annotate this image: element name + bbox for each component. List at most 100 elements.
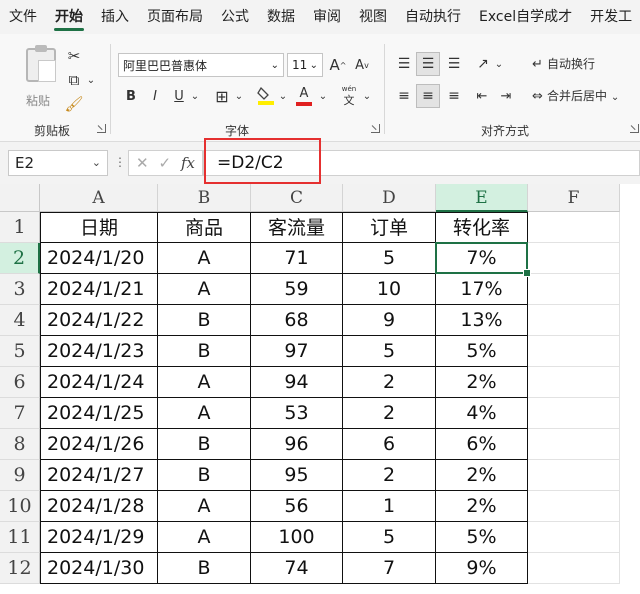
font-name-select[interactable]: 阿里巴巴普惠体 ⌄ — [118, 53, 284, 77]
grow-font-button[interactable]: A ^ — [328, 53, 348, 77]
insert-function-icon[interactable]: fx — [181, 154, 195, 172]
row-header-11[interactable]: 11 — [0, 522, 40, 553]
row-header-8[interactable]: 8 — [0, 429, 40, 460]
table-cell[interactable]: 2 — [343, 398, 436, 429]
empty-cell[interactable] — [528, 336, 620, 367]
table-cell[interactable]: 6 — [343, 429, 436, 460]
merge-center-button[interactable]: ⇔ 合并后居中 ⌄ — [532, 87, 619, 104]
table-cell[interactable]: A — [158, 274, 251, 305]
table-cell[interactable]: 5 — [343, 522, 436, 553]
table-cell[interactable]: 2024/1/25 — [40, 398, 158, 429]
shrink-font-button[interactable]: Av — [352, 53, 372, 77]
table-header-cell[interactable]: 订单 — [343, 212, 436, 243]
row-header-1[interactable]: 1 — [0, 212, 40, 243]
table-cell[interactable]: 95 — [251, 460, 343, 491]
alignment-launcher-icon[interactable] — [630, 124, 639, 133]
fill-color-icon[interactable] — [256, 84, 276, 106]
table-cell[interactable]: 2% — [436, 367, 528, 398]
table-cell[interactable]: A — [158, 522, 251, 553]
table-cell[interactable]: 96 — [251, 429, 343, 460]
wrap-text-button[interactable]: ↵ 自动换行 — [532, 55, 595, 72]
empty-cell[interactable] — [528, 305, 620, 336]
table-cell[interactable]: 2024/1/29 — [40, 522, 158, 553]
table-cell[interactable]: 74 — [251, 553, 343, 584]
empty-cell[interactable] — [528, 522, 620, 553]
table-cell[interactable]: 1 — [343, 491, 436, 522]
empty-cell[interactable] — [528, 491, 620, 522]
table-header-cell[interactable]: 客流量 — [251, 212, 343, 243]
empty-cell[interactable] — [528, 367, 620, 398]
column-header-f[interactable]: F — [528, 184, 620, 212]
row-header-5[interactable]: 5 — [0, 336, 40, 367]
table-cell[interactable]: B — [158, 305, 251, 336]
row-header-12[interactable]: 12 — [0, 553, 40, 584]
phonetic-guide-button[interactable]: wén 文 — [338, 82, 360, 110]
row-header-2[interactable]: 2 — [0, 243, 40, 274]
align-center-icon[interactable]: ≡ — [416, 84, 440, 108]
borders-icon[interactable]: ⊞ — [212, 86, 232, 106]
underline-button[interactable]: U — [170, 86, 188, 106]
table-cell[interactable]: 2% — [436, 491, 528, 522]
table-cell[interactable]: 59 — [251, 274, 343, 305]
table-cell[interactable]: A — [158, 367, 251, 398]
select-all-corner[interactable] — [0, 184, 40, 212]
empty-cell[interactable] — [528, 460, 620, 491]
table-cell[interactable]: 2024/1/23 — [40, 336, 158, 367]
copy-dropdown-icon[interactable]: ⌄ — [86, 72, 96, 88]
table-cell[interactable]: A — [158, 398, 251, 429]
table-cell[interactable]: B — [158, 429, 251, 460]
cut-icon[interactable]: ✂ — [64, 46, 84, 66]
table-cell[interactable]: 5% — [436, 522, 528, 553]
row-header-4[interactable]: 4 — [0, 305, 40, 336]
more-options-icon[interactable]: ⋮ — [114, 155, 126, 169]
table-cell[interactable]: 4% — [436, 398, 528, 429]
table-cell[interactable]: 100 — [251, 522, 343, 553]
chevron-down-icon[interactable]: ⌄ — [494, 56, 504, 72]
tab-data[interactable]: 数据 — [258, 0, 304, 34]
table-cell[interactable]: 9 — [343, 305, 436, 336]
column-header-b[interactable]: B — [158, 184, 251, 212]
table-cell[interactable]: A — [158, 243, 251, 274]
row-header-9[interactable]: 9 — [0, 460, 40, 491]
table-cell[interactable]: 2024/1/27 — [40, 460, 158, 491]
tab-developer[interactable]: 开发工 — [581, 0, 640, 34]
table-cell[interactable]: 2024/1/28 — [40, 491, 158, 522]
increase-indent-icon[interactable]: ⇥ — [496, 84, 516, 108]
align-right-icon[interactable]: ≡ — [444, 84, 464, 108]
bold-button[interactable]: B — [122, 86, 140, 106]
table-cell[interactable]: 2 — [343, 460, 436, 491]
tab-view[interactable]: 视图 — [350, 0, 396, 34]
table-cell[interactable]: 13% — [436, 305, 528, 336]
tab-excel-self-study[interactable]: Excel自学成才 — [470, 0, 581, 34]
align-bottom-icon[interactable]: ☰ — [444, 52, 464, 76]
table-cell[interactable]: 6% — [436, 429, 528, 460]
name-box[interactable]: E2 ⌄ — [8, 150, 108, 176]
align-left-icon[interactable]: ≡ — [394, 84, 414, 108]
font-color-button[interactable]: A — [294, 84, 314, 108]
chevron-down-icon[interactable]: ⌄ — [92, 151, 101, 175]
tab-review[interactable]: 审阅 — [304, 0, 350, 34]
row-header-3[interactable]: 3 — [0, 274, 40, 305]
table-cell[interactable]: 5 — [343, 243, 436, 274]
column-header-c[interactable]: C — [251, 184, 343, 212]
table-cell[interactable]: 2 — [343, 367, 436, 398]
copy-icon[interactable]: ⧉ — [64, 70, 84, 90]
table-header-cell[interactable]: 转化率 — [436, 212, 528, 243]
column-header-a[interactable]: A — [40, 184, 158, 212]
empty-cell[interactable] — [528, 429, 620, 460]
font-size-select[interactable]: 11 ⌄ — [287, 53, 323, 77]
italic-button[interactable]: I — [146, 86, 164, 106]
row-header-6[interactable]: 6 — [0, 367, 40, 398]
format-painter-icon[interactable]: 🖌 — [64, 94, 84, 114]
table-cell[interactable]: 2024/1/21 — [40, 274, 158, 305]
chevron-down-icon[interactable]: ⌄ — [318, 88, 328, 104]
empty-cell[interactable] — [528, 553, 620, 584]
table-cell[interactable]: 94 — [251, 367, 343, 398]
table-cell[interactable]: 2024/1/26 — [40, 429, 158, 460]
tab-file[interactable]: 文件 — [0, 0, 46, 34]
table-cell[interactable]: 17% — [436, 274, 528, 305]
table-header-cell[interactable]: 商品 — [158, 212, 251, 243]
table-cell[interactable]: 2024/1/22 — [40, 305, 158, 336]
clipboard-launcher-icon[interactable] — [97, 124, 106, 133]
chevron-down-icon[interactable]: ⌄ — [362, 88, 372, 104]
